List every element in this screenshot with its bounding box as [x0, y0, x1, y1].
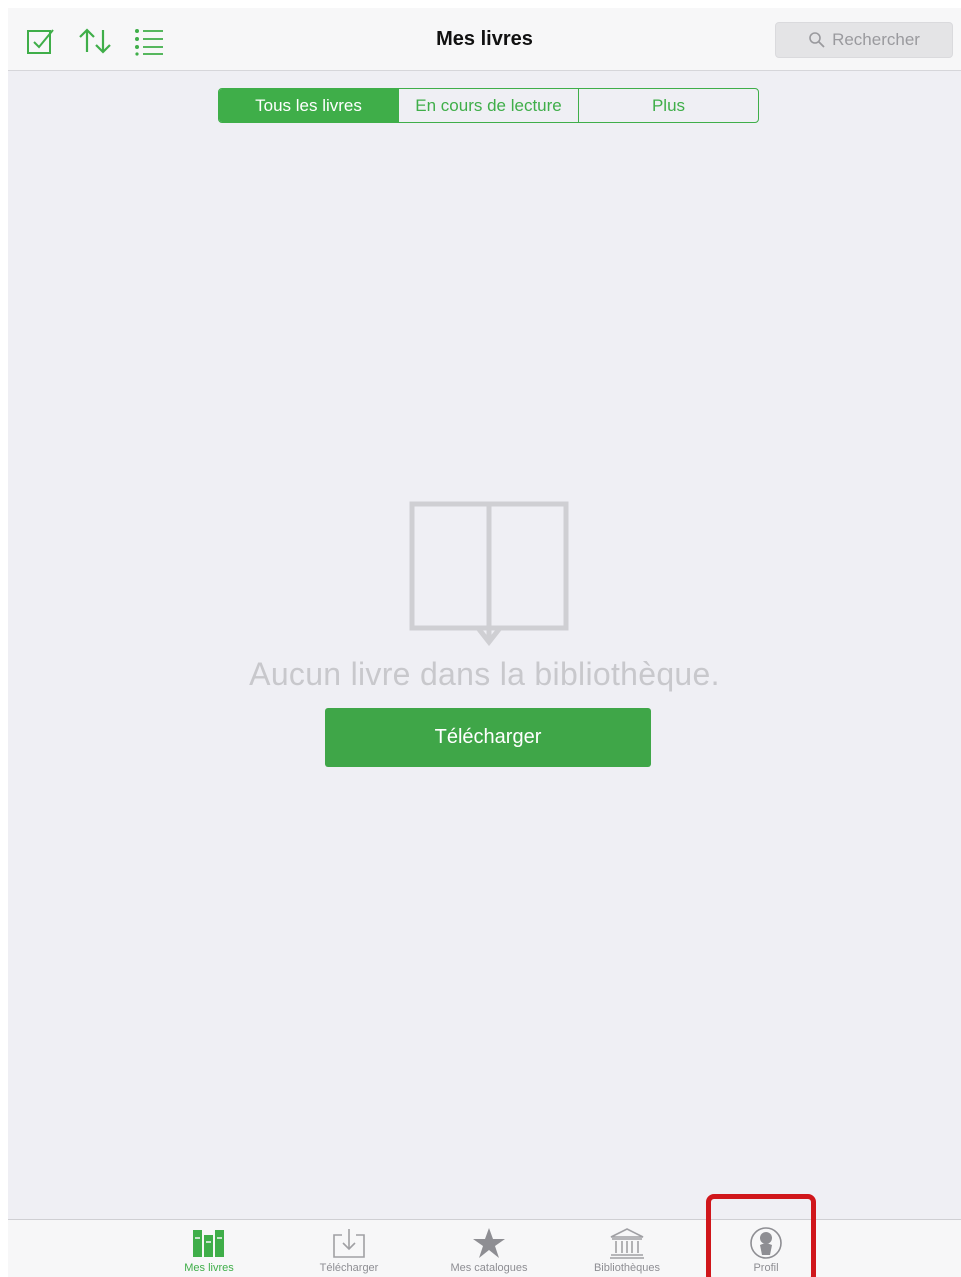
search-icon [809, 32, 825, 48]
books-icon [192, 1226, 226, 1260]
tab-profile[interactable]: Profil [711, 1220, 821, 1277]
tab-bar: Mes livres Télécharger Mes catalogues Bi… [8, 1219, 961, 1277]
empty-state-message: Aucun livre dans la bibliothèque. [249, 656, 720, 692]
segment-more[interactable]: Plus [579, 89, 758, 122]
segmented-control: Tous les livres En cours de lecture Plus [218, 88, 759, 123]
tab-label: Mes catalogues [450, 1262, 528, 1274]
open-book-icon [408, 500, 570, 651]
search-placeholder: Rechercher [832, 30, 920, 49]
profile-icon [749, 1226, 783, 1260]
tab-label: Bibliothèques [593, 1262, 661, 1274]
navigation-bar: Mes livres Rechercher [8, 8, 961, 71]
tab-libraries[interactable]: Bibliothèques [572, 1220, 682, 1277]
tab-label: Profil [753, 1262, 779, 1274]
search-field[interactable]: Rechercher [775, 22, 953, 58]
download-button[interactable]: Télécharger [325, 708, 651, 767]
tab-label: Télécharger [319, 1262, 379, 1274]
tab-label: Mes livres [184, 1262, 234, 1274]
segment-all-books[interactable]: Tous les livres [219, 89, 399, 122]
tab-my-books[interactable]: Mes livres [154, 1220, 264, 1277]
download-tray-icon [332, 1226, 366, 1260]
library-building-icon [609, 1226, 645, 1260]
tab-download[interactable]: Télécharger [294, 1220, 404, 1277]
segment-currently-reading[interactable]: En cours de lecture [399, 89, 579, 122]
tab-my-catalogs[interactable]: Mes catalogues [434, 1220, 544, 1277]
app-screen: Mes livres Rechercher Tous les livres En… [8, 8, 961, 1277]
star-icon [472, 1226, 506, 1260]
